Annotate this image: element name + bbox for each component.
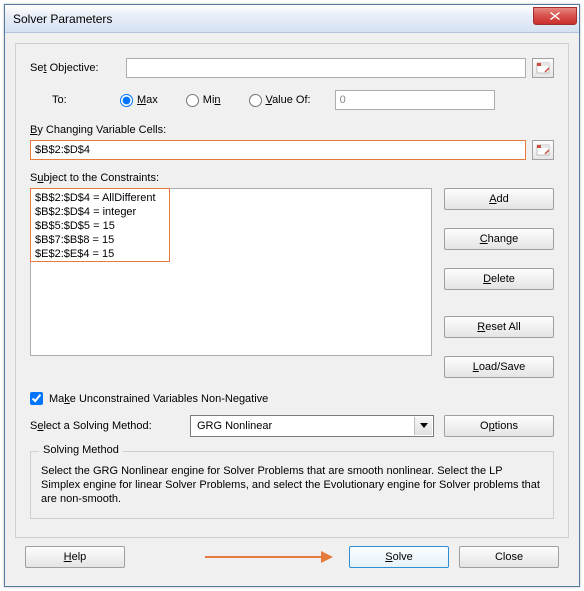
solving-method-help-text: Select the GRG Nonlinear engine for Solv… (41, 464, 543, 506)
radio-max[interactable]: Max (120, 94, 158, 107)
constraints-buttons: Add Change Delete Reset All Load/Save (444, 188, 554, 378)
to-label: To: (30, 94, 120, 106)
options-wrap: Options (444, 415, 554, 437)
radio-value-of-input[interactable] (249, 94, 262, 107)
solving-method-group: Solving Method Select the GRG Nonlinear … (30, 451, 554, 519)
method-row: Select a Solving Method: GRG Nonlinear O… (30, 415, 554, 437)
constraint-item[interactable]: $B$2:$D$4 = AllDifferent (35, 191, 427, 205)
radio-max-input[interactable] (120, 94, 133, 107)
constraint-item[interactable]: $B$7:$B$8 = 15 (35, 233, 427, 247)
objective-label: Set Objective: (30, 62, 120, 74)
dialog-body: Set Objective: To: (5, 33, 579, 586)
constraint-item[interactable]: $E$2:$E$4 = 15 (35, 247, 427, 261)
nonneg-row: Make Unconstrained Variables Non-Negativ… (30, 392, 554, 405)
objective-range-picker-button[interactable] (532, 58, 554, 78)
load-save-button[interactable]: Load/Save (444, 356, 554, 378)
window-title: Solver Parameters (13, 12, 533, 26)
chevron-down-icon (420, 423, 428, 429)
close-button[interactable]: Close (459, 546, 559, 568)
solving-method-group-title: Solving Method (39, 444, 123, 456)
footer: Help Solve Close (15, 538, 569, 578)
nonneg-label: Make Unconstrained Variables Non-Negativ… (49, 393, 268, 405)
changing-cells-input[interactable] (30, 140, 526, 160)
range-picker-icon (536, 62, 550, 74)
titlebar: Solver Parameters (5, 5, 579, 33)
change-button[interactable]: Change (444, 228, 554, 250)
radio-value-of[interactable]: Value Of: (249, 94, 311, 107)
to-radios: Max Min Value Of: (120, 94, 311, 107)
delete-button[interactable]: Delete (444, 268, 554, 290)
radio-min-label: Min (203, 94, 221, 106)
radio-max-label: Max (137, 94, 158, 106)
radio-value-of-label: Value Of: (266, 94, 311, 106)
changing-cells-row (30, 140, 554, 160)
select-arrow (414, 417, 432, 435)
constraints-items: $B$2:$D$4 = AllDifferent $B$2:$D$4 = int… (31, 189, 431, 263)
changing-cells-label: By Changing Variable Cells: (30, 124, 554, 136)
range-picker-icon (536, 144, 550, 156)
method-select[interactable]: GRG Nonlinear (190, 415, 434, 437)
nonneg-checkbox[interactable] (30, 392, 43, 405)
objective-row: Set Objective: (30, 58, 554, 78)
callout-arrow-icon (205, 549, 335, 565)
constraints-label: Subject to the Constraints: (30, 172, 554, 184)
method-label: Select a Solving Method: (30, 420, 180, 432)
help-button[interactable]: Help (25, 546, 125, 568)
window-close-button[interactable] (533, 7, 577, 25)
value-of-input[interactable] (335, 90, 495, 110)
main-frame: Set Objective: To: (15, 43, 569, 538)
constraints-block: $B$2:$D$4 = AllDifferent $B$2:$D$4 = int… (30, 188, 554, 378)
objective-input[interactable] (126, 58, 526, 78)
cells-range-picker-button[interactable] (532, 140, 554, 160)
constraints-listbox[interactable]: $B$2:$D$4 = AllDifferent $B$2:$D$4 = int… (30, 188, 432, 356)
solver-parameters-dialog: Solver Parameters Set Objective: (4, 4, 580, 587)
to-row: To: Max Min Value Of: (30, 90, 554, 110)
constraint-item[interactable]: $B$2:$D$4 = integer (35, 205, 427, 219)
method-selected: GRG Nonlinear (197, 420, 272, 432)
footer-spacer (135, 546, 339, 568)
options-button[interactable]: Options (444, 415, 554, 437)
add-button[interactable]: Add (444, 188, 554, 210)
radio-min-input[interactable] (186, 94, 199, 107)
radio-min[interactable]: Min (186, 94, 221, 107)
close-icon (550, 12, 560, 20)
reset-all-button[interactable]: Reset All (444, 316, 554, 338)
solve-button[interactable]: Solve (349, 546, 449, 568)
constraint-item[interactable]: $B$5:$D$5 = 15 (35, 219, 427, 233)
